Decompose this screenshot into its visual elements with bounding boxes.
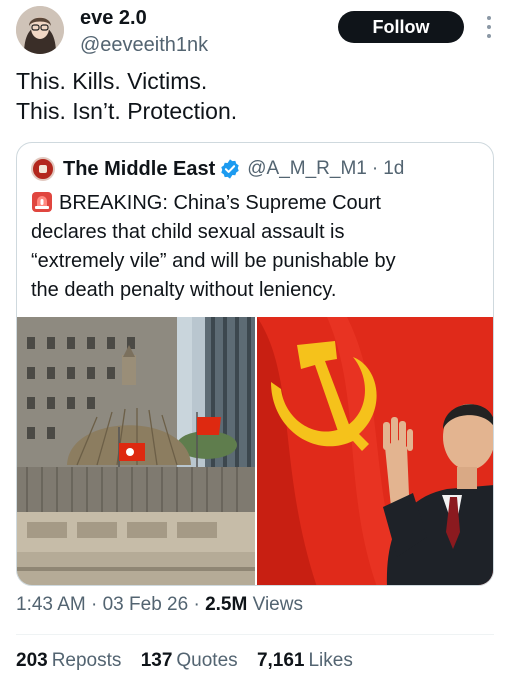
likes-label: Likes	[308, 650, 353, 671]
tweet-header: eve 2.0 @eeveeith1nk Follow	[16, 6, 496, 58]
siren-icon	[32, 192, 52, 212]
separator-dot: ·	[91, 594, 98, 615]
quoted-text-line: declares that child sexual assault is	[31, 221, 345, 243]
tweet-text-line: This. Kills. Victims.	[16, 68, 208, 94]
quoted-tweet-media	[17, 317, 493, 585]
tweet-text: This. Kills. Victims. This. Isn’t. Prote…	[16, 66, 496, 126]
separator-dot: ·	[371, 158, 379, 179]
quotes-count: 137	[140, 650, 173, 671]
quoted-author-handle[interactable]: @A_M_R_M1	[247, 158, 367, 180]
divider	[16, 634, 494, 635]
author-handle[interactable]: @eeveeith1nk	[80, 32, 208, 58]
likes-count: 7,161	[256, 650, 305, 671]
follow-button[interactable]: Follow	[338, 11, 464, 43]
quoted-author-name[interactable]: The Middle East	[63, 158, 215, 181]
author-display-name[interactable]: eve 2.0	[80, 6, 208, 30]
likes-stat[interactable]: 7,161 Likes	[257, 650, 353, 671]
quoted-author-avatar[interactable]	[31, 157, 55, 181]
more-options-icon[interactable]	[482, 14, 496, 40]
tweet-text-line: This. Isn’t. Protection.	[16, 98, 238, 124]
quoted-tweet-header: The Middle East @A_M_R_M1 · 1d	[31, 156, 404, 182]
separator-dot: ·	[193, 594, 200, 615]
time: 1:43 AM	[16, 594, 86, 615]
reposts-label: Reposts	[51, 650, 122, 671]
red-flag-portrait-image[interactable]	[257, 317, 493, 585]
quoted-tweet-time[interactable]: 1d	[383, 158, 404, 180]
tweet-timestamp[interactable]: 1:43 AM · 03 Feb 26 · 2.5M Views	[16, 594, 303, 616]
quoted-text-line: “extremely vile” and will be punishable …	[31, 250, 396, 272]
date: 03 Feb 26	[102, 594, 189, 615]
verified-badge-icon	[221, 159, 239, 179]
author-avatar[interactable]	[16, 6, 64, 54]
reposts-count: 203	[16, 650, 48, 671]
views-label: Views	[252, 594, 303, 615]
quotes-label: Quotes	[176, 650, 238, 671]
engagement-stats: 203 Reposts 137 Quotes 7,161 Likes	[16, 650, 367, 672]
quotes-stat[interactable]: 137 Quotes	[141, 650, 238, 671]
quoted-tweet-card[interactable]: The Middle East @A_M_R_M1 · 1d BREAKING:…	[16, 142, 494, 586]
quoted-text-line: the death penalty without leniency.	[31, 279, 337, 301]
quoted-tweet-text: BREAKING: China’s Supreme Court declares…	[31, 189, 491, 305]
views-count: 2.5M	[205, 594, 248, 615]
court-building-image[interactable]	[17, 317, 255, 585]
reposts-stat[interactable]: 203 Reposts	[16, 650, 121, 671]
quoted-text-line: BREAKING: China’s Supreme Court	[59, 192, 381, 214]
